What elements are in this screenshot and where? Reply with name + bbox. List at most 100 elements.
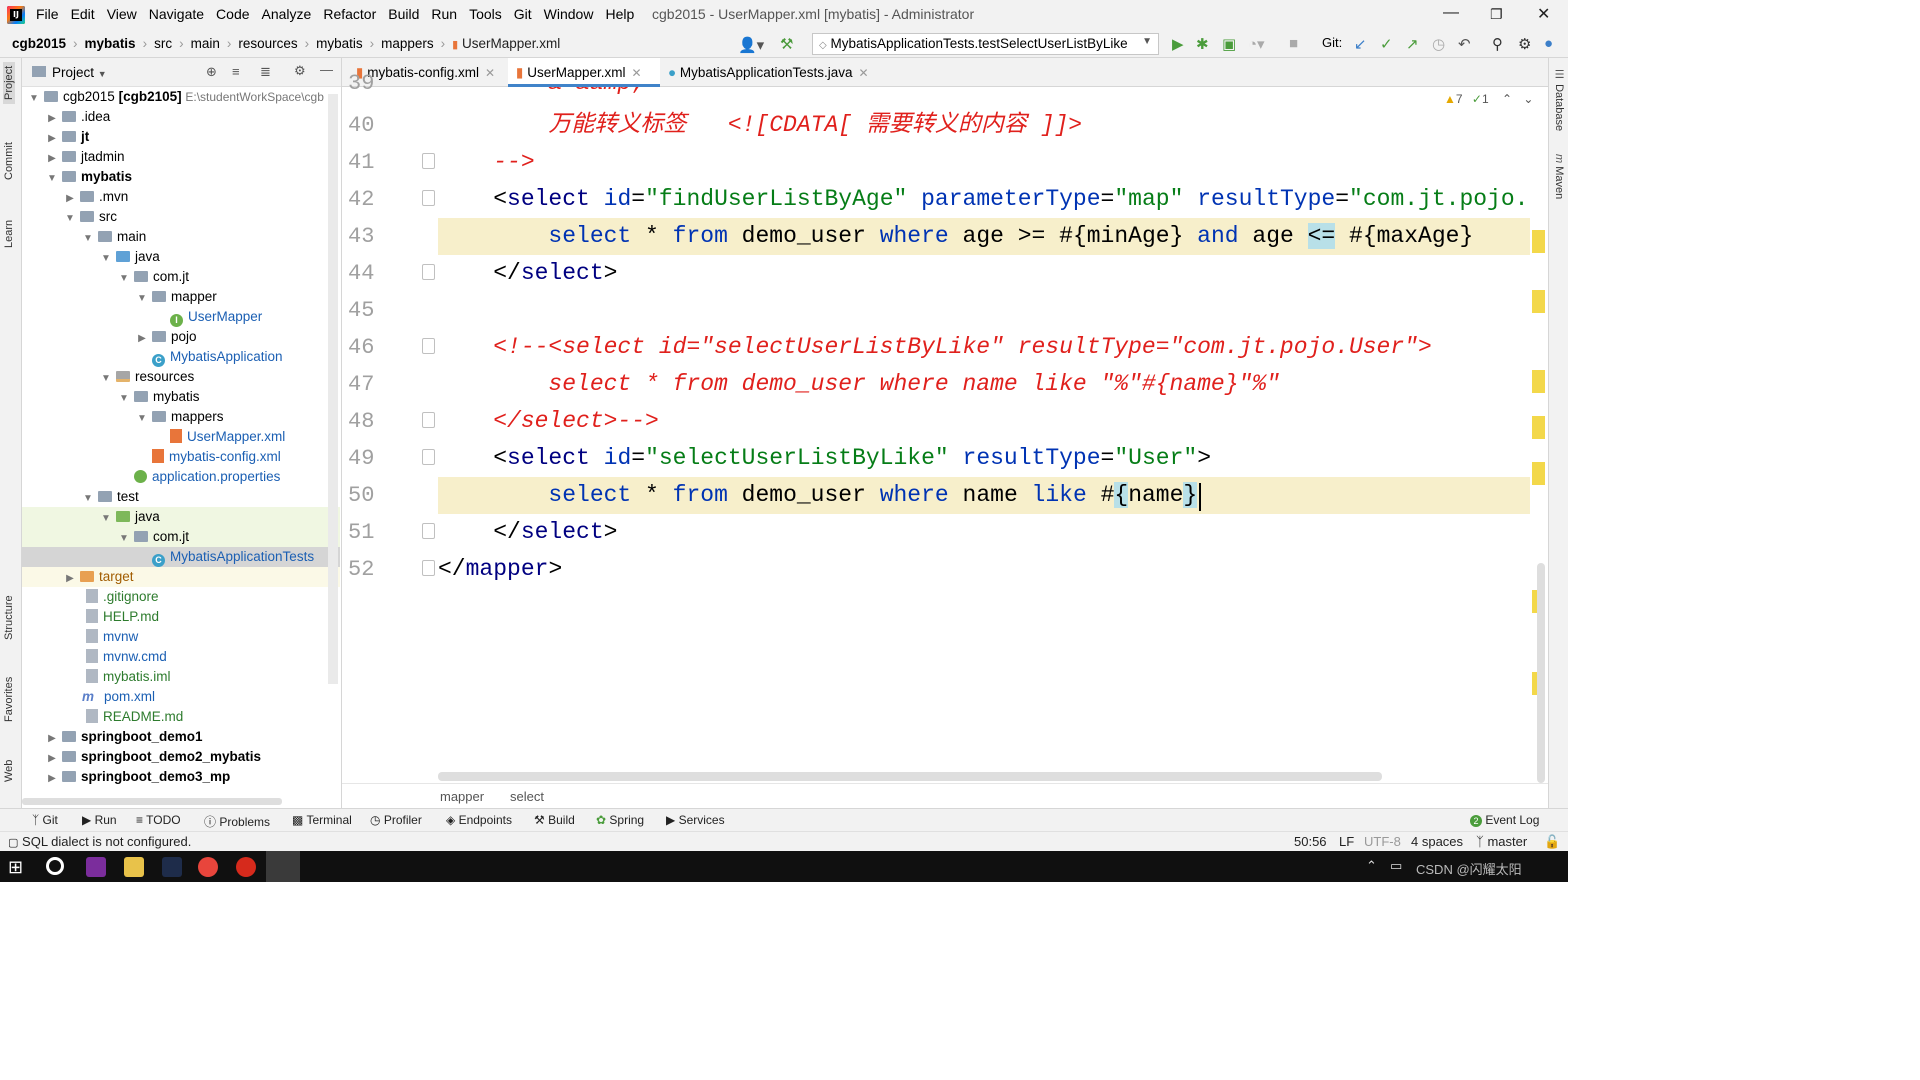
code-line[interactable]: <select id="selectUserListByLike" result… xyxy=(438,440,1530,477)
menu-window[interactable]: Window xyxy=(544,6,594,22)
tree-item-java[interactable]: ▼ java xyxy=(22,247,340,267)
error-stripe-marker[interactable] xyxy=(1532,462,1545,485)
todo-tool-button[interactable]: ≡ TODO xyxy=(136,813,181,827)
tree-item-usermapper[interactable]: I UserMapper xyxy=(22,307,340,327)
tree-item-pojo[interactable]: ▶ pojo xyxy=(22,327,340,347)
fold-marker-icon[interactable] xyxy=(422,523,435,539)
app-icon[interactable] xyxy=(162,857,182,877)
tree-item-mybatis-config[interactable]: mybatis-config.xml xyxy=(22,447,340,467)
tree-item-jtadmin[interactable]: ▶ jtadmin xyxy=(22,147,340,167)
tray-chevron-icon[interactable]: ⌃ xyxy=(1366,858,1377,874)
error-stripe-marker[interactable] xyxy=(1532,416,1545,439)
database-tool-button[interactable]: ☰ Database xyxy=(1553,68,1566,131)
fold-marker-icon[interactable] xyxy=(422,449,435,465)
file-explorer-icon[interactable] xyxy=(124,857,144,877)
run-configuration-select[interactable]: ◇ MybatisApplicationTests.testSelectUser… xyxy=(812,33,1159,55)
endpoints-tool-button[interactable]: ◈ Endpoints xyxy=(446,813,512,827)
crumb-main[interactable]: main xyxy=(191,36,220,51)
error-stripe-marker[interactable] xyxy=(1532,290,1545,313)
battery-icon[interactable]: ▭ xyxy=(1390,858,1402,874)
tree-item-gitignore[interactable]: .gitignore xyxy=(22,587,340,607)
tree-item-mybatisapplicationtests[interactable]: C MybatisApplicationTests xyxy=(22,547,340,567)
tree-item-mybatisapplication[interactable]: C MybatisApplication xyxy=(22,347,340,367)
structure-tool-button[interactable]: Structure xyxy=(3,595,15,640)
tree-item-test-com-jt[interactable]: ▼ com.jt xyxy=(22,527,340,547)
menu-navigate[interactable]: Navigate xyxy=(149,6,204,22)
fold-marker-icon[interactable] xyxy=(422,338,435,354)
collapse-all-icon[interactable]: ≣ xyxy=(260,64,271,80)
crumb-src[interactable]: src xyxy=(154,36,172,51)
menu-run[interactable]: Run xyxy=(431,6,457,22)
project-tool-button[interactable]: Project xyxy=(3,61,15,104)
tab-usermapper-xml[interactable]: ▮ UserMapper.xml ✕ xyxy=(508,58,660,87)
user-icon[interactable]: 👤▾ xyxy=(738,36,764,54)
crumb-mybatis[interactable]: mybatis xyxy=(316,36,363,51)
restore-icon[interactable]: ❐ xyxy=(1490,6,1503,23)
windows-start-icon[interactable]: ⊞ xyxy=(8,857,28,877)
profile-icon[interactable]: ◔▾ xyxy=(1248,35,1265,53)
profiler-tool-button[interactable]: ◷ Profiler xyxy=(370,813,422,827)
tree-item-com-jt[interactable]: ▼ com.jt xyxy=(22,267,340,287)
ide-features-icon[interactable]: ● xyxy=(1544,35,1553,52)
git-tool-button[interactable]: ᛉ Git xyxy=(32,813,58,827)
chrome-icon[interactable] xyxy=(198,857,218,877)
project-scrollbar[interactable] xyxy=(328,94,338,684)
tree-item-springboot-demo2[interactable]: ▶ springboot_demo2_mybatis xyxy=(22,747,340,767)
app-red-icon[interactable] xyxy=(236,857,256,877)
close-icon[interactable]: ✕ xyxy=(1537,4,1550,24)
tree-item-resources[interactable]: ▼ resources xyxy=(22,367,340,387)
tree-item-target[interactable]: ▶ target xyxy=(22,567,340,587)
locate-icon[interactable]: ⊕ xyxy=(206,64,217,80)
event-log-button[interactable]: 2 Event Log xyxy=(1470,813,1539,827)
crumb-mappers[interactable]: mappers xyxy=(381,36,434,51)
fold-marker-icon[interactable] xyxy=(422,412,435,428)
code-editor[interactable]: & &amp; 万能转义标签 <![CDATA[ 需要转义的内容 ]]> -->… xyxy=(438,87,1530,775)
problems-tool-button[interactable]: ⓘ Problems xyxy=(204,813,270,830)
search-circle-icon[interactable] xyxy=(46,857,64,875)
build-tool-button[interactable]: ⚒ Build xyxy=(534,813,575,827)
menu-refactor[interactable]: Refactor xyxy=(323,6,376,22)
fold-marker-icon[interactable] xyxy=(422,560,435,576)
menu-analyze[interactable]: Analyze xyxy=(262,6,312,22)
next-highlight-icon[interactable]: ⌄ xyxy=(1523,92,1533,106)
terminal-tool-button[interactable]: ▩ Terminal xyxy=(292,813,352,827)
code-line[interactable]: & &amp; xyxy=(438,87,1530,102)
tree-item-application-properties[interactable]: application.properties xyxy=(22,467,340,487)
spring-tool-button[interactable]: ✿ Spring xyxy=(596,813,644,827)
git-rollback-icon[interactable]: ↶ xyxy=(1458,35,1471,53)
lock-icon[interactable]: 🔓 xyxy=(1544,834,1560,850)
settings-gear-icon[interactable]: ⚙ xyxy=(1518,35,1531,53)
tree-item-springboot-demo1[interactable]: ▶ springboot_demo1 xyxy=(22,727,340,747)
git-history-icon[interactable]: ◷ xyxy=(1432,35,1445,53)
tree-item-springboot-demo3[interactable]: ▶ springboot_demo3_mp xyxy=(22,767,340,787)
code-line[interactable]: select * from demo_user where name like … xyxy=(438,366,1530,403)
learn-tool-button[interactable]: Learn xyxy=(3,220,15,248)
build-hammer-icon[interactable]: ⚒ xyxy=(780,35,793,53)
expand-all-icon[interactable]: ≡ xyxy=(232,64,240,79)
intellij-taskbar-icon[interactable] xyxy=(266,851,300,882)
git-branch[interactable]: ᛉ master xyxy=(1476,834,1527,849)
favorites-tool-button[interactable]: Favorites xyxy=(3,677,15,722)
code-line[interactable]: </mapper> xyxy=(438,551,1530,588)
menu-git[interactable]: Git xyxy=(514,6,532,22)
code-line[interactable]: select * from demo_user where age >= #{m… xyxy=(438,218,1530,255)
crumb-resources[interactable]: resources xyxy=(238,36,297,51)
tree-item-mvn[interactable]: ▶ .mvn xyxy=(22,187,340,207)
menu-help[interactable]: Help xyxy=(605,6,634,22)
breadcrumb-mapper[interactable]: mapper xyxy=(440,789,484,804)
tree-item-mybatis-dir[interactable]: ▼ mybatis xyxy=(22,387,340,407)
menu-tools[interactable]: Tools xyxy=(469,6,502,22)
services-tool-button[interactable]: ▶ Services xyxy=(666,813,725,827)
breadcrumb-select[interactable]: select xyxy=(510,789,544,804)
tree-item-mappers[interactable]: ▼ mappers xyxy=(22,407,340,427)
maven-tool-button[interactable]: m Maven xyxy=(1553,154,1565,199)
indent-setting[interactable]: 4 spaces xyxy=(1411,834,1463,849)
tree-item-jt[interactable]: ▶ jt xyxy=(22,127,340,147)
hide-panel-icon[interactable]: — xyxy=(320,62,333,77)
prev-highlight-icon[interactable]: ⌃ xyxy=(1502,92,1512,106)
tab-mybatisapplicationtests[interactable]: ● MybatisApplicationTests.java ✕ xyxy=(660,58,890,87)
tree-item-mybatis[interactable]: ▼ mybatis xyxy=(22,167,340,187)
tab-close-icon[interactable]: ✕ xyxy=(859,66,869,80)
run-icon[interactable]: ▶ xyxy=(1172,35,1184,53)
crumb-file[interactable]: ▮ UserMapper.xml xyxy=(452,36,560,51)
